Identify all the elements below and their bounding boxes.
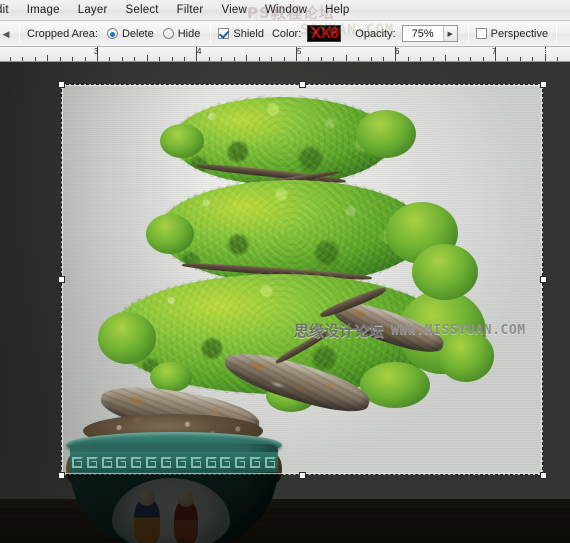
ruler-label-6: 6 bbox=[395, 47, 400, 56]
ruler-label-4: 4 bbox=[197, 47, 202, 56]
opacity-field[interactable]: ▶ bbox=[401, 25, 458, 42]
options-overflow-arrow-icon[interactable]: ◀ bbox=[0, 21, 12, 47]
color-label: Color: bbox=[271, 27, 302, 40]
checkbox-shield-icon[interactable] bbox=[218, 28, 230, 39]
crop-handle-top-center[interactable] bbox=[299, 81, 306, 88]
radio-hide-label: Hide bbox=[177, 27, 201, 40]
opacity-label: Opacity: bbox=[355, 27, 396, 40]
menu-item-help[interactable]: Help bbox=[316, 2, 358, 19]
menu-bar: dit Image Layer Select Filter View Windo… bbox=[0, 0, 570, 21]
crop-handle-bottom-right[interactable] bbox=[540, 472, 547, 479]
radio-hide[interactable]: Hide bbox=[162, 27, 201, 40]
radio-delete[interactable]: Delete bbox=[106, 27, 154, 40]
opacity-dropdown-arrow-icon[interactable]: ▶ bbox=[442, 26, 457, 41]
crop-handle-top-left[interactable] bbox=[58, 81, 65, 88]
crop-handle-bottom-center[interactable] bbox=[299, 472, 306, 479]
checkbox-shield-label: Shield bbox=[233, 27, 264, 40]
ruler-label-3: 3 bbox=[94, 47, 99, 56]
menu-item-window[interactable]: Window bbox=[256, 2, 316, 19]
ruler-label-7: 7 bbox=[492, 47, 497, 56]
pot-figurine-right-head bbox=[178, 492, 194, 507]
options-divider-3 bbox=[467, 24, 469, 43]
pot-painted-panel bbox=[112, 478, 230, 543]
menu-item-image[interactable]: Image bbox=[18, 2, 69, 19]
photoshop-window: dit Image Layer Select Filter View Windo… bbox=[0, 0, 570, 543]
ruler-guide-marker bbox=[545, 47, 546, 61]
crop-handle-bottom-left[interactable] bbox=[58, 472, 65, 479]
opacity-input[interactable] bbox=[402, 26, 443, 41]
ruler-label-5: 5 bbox=[297, 47, 302, 56]
checkbox-perspective[interactable]: Perspective bbox=[475, 27, 549, 40]
options-divider-1 bbox=[19, 24, 20, 43]
checkbox-shield[interactable]: Shield bbox=[218, 28, 264, 40]
horizontal-ruler[interactable]: 3 4 5 6 7 bbox=[0, 47, 570, 62]
radio-delete-icon[interactable] bbox=[106, 28, 118, 39]
cropped-area-label: Cropped Area: bbox=[27, 27, 98, 40]
checkbox-perspective-label: Perspective bbox=[490, 27, 549, 40]
crop-handle-middle-right[interactable] bbox=[540, 276, 547, 283]
tool-options-bar: ◀ Cropped Area: Delete Hide Shield Color… bbox=[0, 21, 570, 47]
crop-marquee[interactable] bbox=[61, 84, 543, 475]
shield-color-swatch[interactable]: XX8 bbox=[307, 25, 342, 42]
radio-hide-icon[interactable] bbox=[162, 28, 174, 39]
crop-handle-top-right[interactable] bbox=[540, 81, 547, 88]
radio-delete-label: Delete bbox=[121, 27, 154, 40]
crop-handle-middle-left[interactable] bbox=[58, 276, 65, 283]
checkbox-perspective-icon[interactable] bbox=[475, 28, 487, 39]
swatch-watermark-overlay: XX8 bbox=[310, 25, 339, 42]
menu-item-view[interactable]: View bbox=[212, 2, 256, 19]
pot-figurine-left-head bbox=[138, 490, 155, 506]
menu-item-filter[interactable]: Filter bbox=[168, 2, 213, 19]
menu-item-select[interactable]: Select bbox=[117, 2, 168, 19]
document-canvas[interactable]: 思缘设计论坛 WWW.MISSYUAN.COM bbox=[0, 62, 570, 543]
options-divider-4 bbox=[556, 24, 558, 43]
menu-item-edit[interactable]: dit bbox=[0, 2, 18, 19]
options-divider-2 bbox=[210, 24, 212, 43]
menu-item-layer[interactable]: Layer bbox=[69, 2, 117, 19]
